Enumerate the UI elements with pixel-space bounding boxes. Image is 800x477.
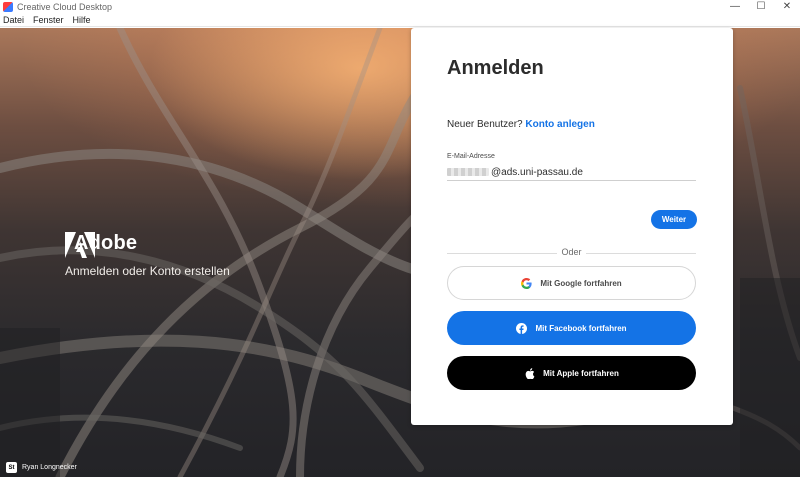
window-controls: — ☐ ✕ [722,0,800,13]
facebook-icon [516,322,528,334]
divider: Oder [447,247,696,257]
adobe-logo-icon [65,232,95,258]
apple-signin-button[interactable]: Mit Apple fortfahren [447,356,696,390]
divider-text: Oder [561,247,582,257]
menu-bar: Datei Fenster Hilfe [0,13,800,27]
create-account-link[interactable]: Konto anlegen [525,119,594,130]
menu-datei[interactable]: Datei [3,15,24,25]
apple-icon [524,367,535,379]
window-title: Creative Cloud Desktop [17,1,113,12]
google-signin-button[interactable]: Mit Google fortfahren [447,266,696,300]
title-bar: Creative Cloud Desktop — ☐ ✕ [0,0,800,13]
menu-hilfe[interactable]: Hilfe [73,15,91,25]
maximize-button[interactable]: ☐ [748,0,774,13]
page-title: Anmelden [447,57,544,79]
google-button-label: Mit Google fortfahren [540,278,622,288]
minimize-button[interactable]: — [722,0,748,13]
apple-button-label: Mit Apple fortfahren [543,368,619,378]
continue-button[interactable]: Weiter [651,210,697,229]
google-icon [521,277,532,289]
adobe-brand: Adobe [65,232,137,258]
photo-credit: St Ryan Longnecker [6,462,77,473]
close-button[interactable]: ✕ [774,0,800,13]
redacted-email-part [447,168,489,176]
facebook-signin-button[interactable]: Mit Facebook fortfahren [447,311,696,345]
login-card: Anmelden Neuer Benutzer? Konto anlegen E… [411,28,733,425]
stock-icon: St [6,462,17,473]
photo-credit-name[interactable]: Ryan Longnecker [22,464,77,471]
new-user-text: Neuer Benutzer? [447,119,523,130]
email-label: E-Mail-Adresse [447,153,495,160]
email-field[interactable]: @ads.uni-passau.de [447,164,696,181]
menu-fenster[interactable]: Fenster [33,15,64,25]
email-value: @ads.uni-passau.de [491,166,583,178]
facebook-button-label: Mit Facebook fortfahren [535,323,627,333]
creative-cloud-icon [3,1,13,12]
new-user-prompt: Neuer Benutzer? Konto anlegen [447,119,595,130]
tagline: Anmelden oder Konto erstellen [65,264,230,278]
